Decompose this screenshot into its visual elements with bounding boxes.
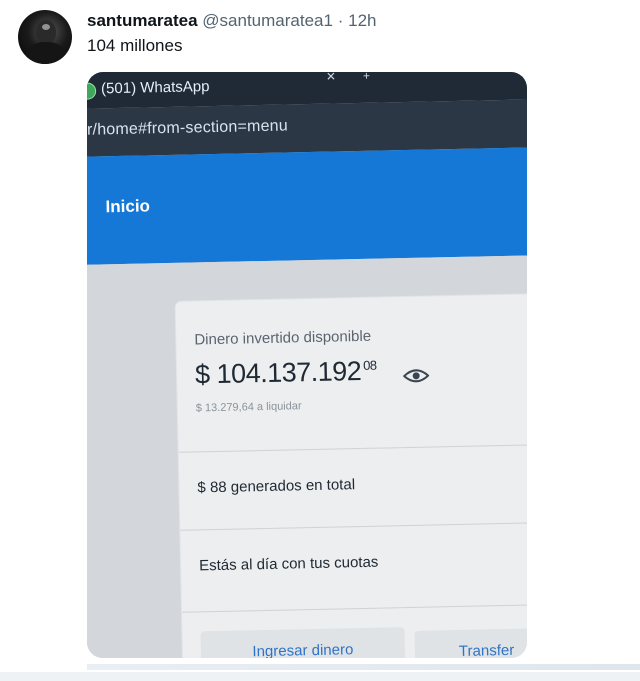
avatar-highlight <box>42 24 50 30</box>
avatar-body-shape <box>26 42 66 64</box>
divider <box>180 522 527 531</box>
balance-amount: $ 104.137.19208 <box>195 356 377 391</box>
new-tab-icon: + <box>362 72 371 83</box>
user-handle[interactable]: @santumaratea1 <box>202 11 333 30</box>
balance-card: Dinero invertido disponible $ 104.137.19… <box>175 294 527 658</box>
tweet-media-photo[interactable]: (501) WhatsApp ✕ + ar/home#from-section=… <box>87 72 527 658</box>
app-nav-bar: Inicio <box>87 147 527 265</box>
separator-dot: · <box>337 11 344 30</box>
generated-total: $ 88 generados en total <box>197 476 356 497</box>
whatsapp-icon <box>87 82 97 100</box>
deposit-button[interactable]: Ingresar dinero <box>200 627 406 658</box>
tweet-time[interactable]: 12h <box>348 11 376 30</box>
tweet-text: 104 millones <box>87 36 183 55</box>
photo-of-screen: (501) WhatsApp ✕ + ar/home#from-section=… <box>87 72 527 658</box>
nav-title-inicio: Inicio <box>105 196 151 217</box>
transfer-button[interactable]: Transfer <box>414 627 527 658</box>
divider <box>178 444 527 453</box>
balance-cents: 08 <box>362 357 377 373</box>
next-tweet-edge <box>0 672 640 681</box>
to-settle-amount: $ 13.279,64 a liquidar <box>195 400 302 415</box>
tweet-actions-strip <box>87 664 640 670</box>
whatsapp-tab-title: (501) WhatsApp <box>100 78 210 98</box>
divider <box>182 604 527 613</box>
tweet-header: santumaratea @santumaratea1 · 12h <box>87 11 376 31</box>
avatar[interactable] <box>18 10 72 64</box>
balance-main: $ 104.137.192 <box>194 355 362 390</box>
installments-status: Estás al día con tus cuotas <box>198 553 379 575</box>
eye-icon <box>402 369 430 383</box>
url-text: ar/home#from-section=menu <box>87 117 289 139</box>
tab-close-icon: ✕ <box>325 72 337 84</box>
balance-label: Dinero invertido disponible <box>194 327 372 349</box>
display-name[interactable]: santumaratea <box>87 11 198 30</box>
